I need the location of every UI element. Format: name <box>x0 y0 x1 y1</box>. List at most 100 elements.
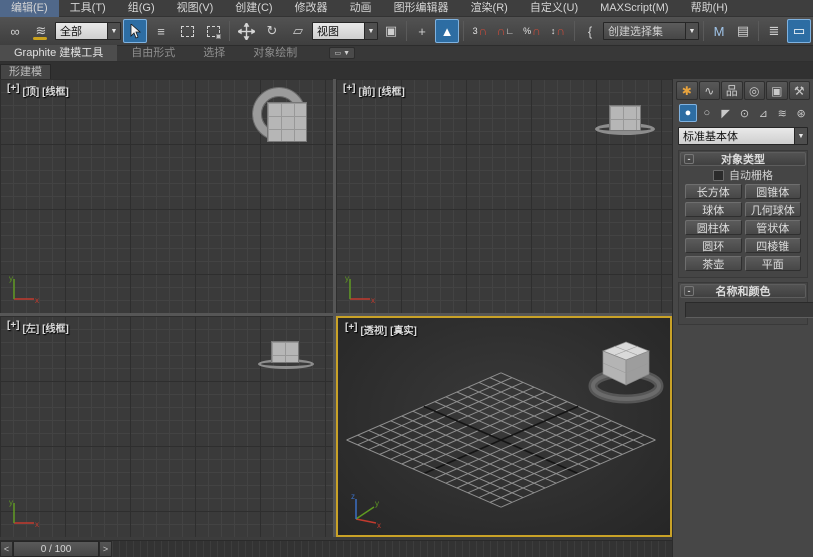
time-slider[interactable]: 0 / 100 <box>13 541 99 557</box>
spacewarp-accent <box>33 37 47 40</box>
window-crossing-button[interactable] <box>201 19 225 43</box>
menu-animation[interactable]: 动画 <box>339 0 383 17</box>
primitive-category-dropdown[interactable]: 标准基本体 ▼ <box>678 127 808 145</box>
name-color-rollout-header[interactable]: - 名称和颜色 <box>680 284 806 298</box>
tab-modify[interactable]: ∿ <box>699 81 721 100</box>
category-systems[interactable]: ⊛ <box>792 104 810 122</box>
spinner-snap-button[interactable]: ↕∩ <box>546 19 570 43</box>
toggle-ribbon-button[interactable]: ▭ <box>787 19 811 43</box>
select-by-name-button[interactable]: ≡ <box>149 19 173 43</box>
pivot-icon: ▣ <box>385 23 397 39</box>
geosphere-button[interactable]: 几何球体 <box>745 202 802 217</box>
viewport-front[interactable]: [+] [前] [线框] x y <box>336 79 672 313</box>
select-and-manipulate-button[interactable]: + <box>411 19 433 43</box>
select-and-move-button[interactable] <box>234 19 258 43</box>
object-name-input[interactable] <box>685 302 813 318</box>
select-and-link-button[interactable]: ∞ <box>3 19 27 43</box>
menu-modifiers[interactable]: 修改器 <box>284 0 339 17</box>
torus-button[interactable]: 圆环 <box>685 238 742 253</box>
viewport-menu-shading[interactable]: [线框] <box>42 320 69 335</box>
category-geometry[interactable]: ● <box>679 104 697 122</box>
percent-label: % <box>523 26 531 36</box>
percent-snap-button[interactable]: %∩ <box>520 19 544 43</box>
viewport-menu-plus[interactable]: [+] <box>343 83 356 98</box>
viewport-perspective[interactable]: [+] [透视] [真实] x <box>336 316 672 537</box>
align-button[interactable]: ▤ <box>732 19 754 43</box>
helpers-icon: ⊿ <box>759 107 768 120</box>
sphere-button[interactable]: 球体 <box>685 202 742 217</box>
box-object-left[interactable] <box>271 341 299 363</box>
menu-edit[interactable]: 编辑(E) <box>0 0 59 17</box>
tab-graphite-modeling[interactable]: Graphite 建模工具 <box>0 45 117 61</box>
rectangular-selection-region-button[interactable] <box>175 19 199 43</box>
object-type-rollout-header[interactable]: - 对象类型 <box>680 152 806 166</box>
minimize-ribbon-button[interactable]: ▭▼ <box>329 47 355 59</box>
box-button[interactable]: 长方体 <box>685 184 742 199</box>
box-object-front[interactable] <box>609 105 641 131</box>
select-and-rotate-button[interactable]: ↻ <box>260 19 284 43</box>
autogrid-checkbox[interactable] <box>713 170 724 181</box>
tab-freeform[interactable]: 自由形式 <box>117 45 189 61</box>
tab-polygon-modeling[interactable]: 形建模 <box>0 64 51 79</box>
menu-maxscript[interactable]: MAXScript(M) <box>589 0 679 17</box>
tab-utilities[interactable]: ⚒ <box>789 81 811 100</box>
mirror-button[interactable]: M <box>708 19 730 43</box>
select-and-scale-button[interactable]: ▱ <box>286 19 310 43</box>
menu-tools[interactable]: 工具(T) <box>59 0 117 17</box>
category-shapes[interactable]: ○ <box>698 104 716 122</box>
edit-named-selection-sets-button[interactable]: { <box>579 19 601 43</box>
menu-views[interactable]: 视图(V) <box>166 0 225 17</box>
bind-to-spacewarp-button[interactable]: ≋ <box>29 19 53 43</box>
tab-display[interactable]: ▣ <box>766 81 788 100</box>
viewport-menu-plus[interactable]: [+] <box>7 83 20 98</box>
viewport-menu-shading[interactable]: [真实] <box>390 322 417 337</box>
viewport-menu-view[interactable]: [左] <box>23 320 40 335</box>
keyboard-shortcut-override-button[interactable]: ▲ <box>435 19 459 43</box>
tab-object-paint[interactable]: 对象绘制 <box>239 45 311 61</box>
viewport-menu-shading[interactable]: [线框] <box>42 83 69 98</box>
viewport-menu-plus[interactable]: [+] <box>345 322 358 337</box>
box-object-top[interactable] <box>267 102 307 142</box>
category-cameras[interactable]: ⊙ <box>736 104 754 122</box>
menu-create[interactable]: 创建(C) <box>224 0 283 17</box>
menu-help[interactable]: 帮助(H) <box>680 0 739 17</box>
tab-hierarchy[interactable]: 品 <box>721 81 743 100</box>
previous-frame-button[interactable]: < <box>0 541 13 557</box>
menu-customize[interactable]: 自定义(U) <box>519 0 589 17</box>
toolbar-separator <box>703 21 704 41</box>
reference-coordinate-dropdown[interactable]: 视图 ▼ <box>312 22 378 40</box>
pyramid-button[interactable]: 四棱锥 <box>745 238 802 253</box>
cylinder-button[interactable]: 圆柱体 <box>685 220 742 235</box>
tab-selection[interactable]: 选择 <box>189 45 239 61</box>
angle-snap-button[interactable]: ∩∟ <box>494 19 518 43</box>
viewport-menu-shading[interactable]: [线框] <box>378 83 405 98</box>
selection-filter-dropdown[interactable]: 全部 ▼ <box>55 22 121 40</box>
tab-motion[interactable]: ◎ <box>744 81 766 100</box>
viewport-top[interactable]: [+] [顶] [线框] x y <box>0 79 333 313</box>
teapot-button[interactable]: 茶壶 <box>685 256 742 271</box>
plane-button[interactable]: 平面 <box>745 256 802 271</box>
snap-toggle-3d-button[interactable]: 3∩ <box>468 19 492 43</box>
menu-graph-editors[interactable]: 图形编辑器 <box>383 0 460 17</box>
viewport-left[interactable]: [+] [左] [线框] x y <box>0 316 333 537</box>
viewport-menu-view[interactable]: [透视] <box>361 322 388 337</box>
menu-group[interactable]: 组(G) <box>117 0 166 17</box>
viewport-menu-view[interactable]: [顶] <box>23 83 40 98</box>
viewport-menu-plus[interactable]: [+] <box>7 320 20 335</box>
layer-manager-button[interactable]: ≣ <box>763 19 785 43</box>
modify-icon: ∿ <box>704 84 714 98</box>
viewport-menu-view[interactable]: [前] <box>359 83 376 98</box>
next-frame-button[interactable]: > <box>99 541 112 557</box>
tab-create[interactable]: ✱ <box>676 81 698 100</box>
named-selection-set-dropdown[interactable]: 创建选择集 ▼ <box>603 22 699 40</box>
select-object-button[interactable] <box>123 19 147 43</box>
use-pivot-center-button[interactable]: ▣ <box>380 19 402 43</box>
cone-button[interactable]: 圆锥体 <box>745 184 802 199</box>
box-torus-object-perspective[interactable] <box>576 324 672 416</box>
tube-button[interactable]: 管状体 <box>745 220 802 235</box>
category-spacewarps[interactable]: ≋ <box>773 104 791 122</box>
category-lights[interactable]: ◤ <box>717 104 735 122</box>
track-bar[interactable] <box>112 541 672 557</box>
menu-rendering[interactable]: 渲染(R) <box>460 0 519 17</box>
category-helpers[interactable]: ⊿ <box>754 104 772 122</box>
